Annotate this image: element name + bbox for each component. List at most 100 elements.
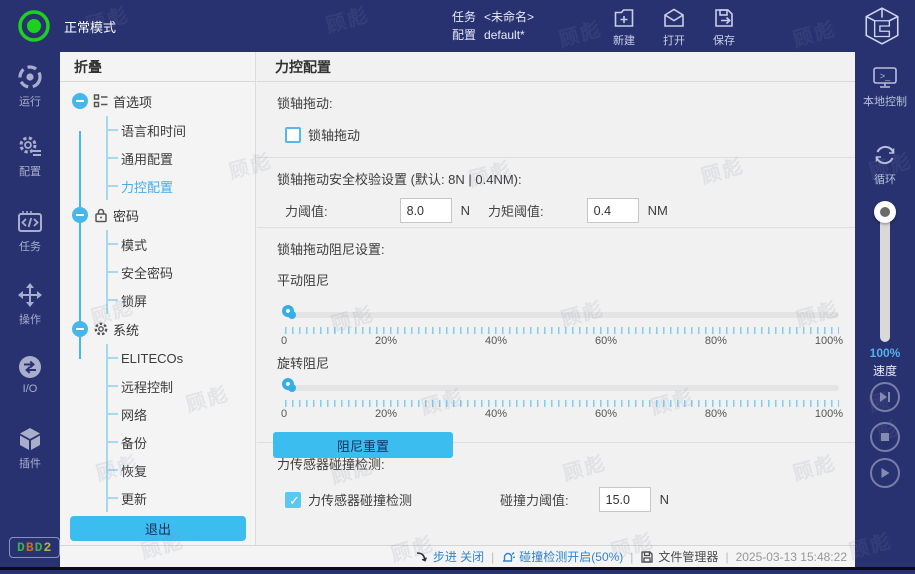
step-arrow-icon [415, 550, 429, 564]
tree-item-label: ELITECOs [121, 351, 183, 366]
collision-threshold-input[interactable] [599, 487, 651, 512]
tree-item-lock-screen[interactable]: 锁屏 [108, 286, 255, 314]
speed-slider[interactable] [880, 212, 890, 342]
loop-label: 循环 [874, 171, 896, 187]
scale-label: 40% [485, 335, 507, 347]
collapse-minus-icon[interactable] [72, 93, 88, 109]
scale-label: 20% [375, 408, 397, 420]
status-bar: 步进 关闭 | 碰撞检测开启(50%) | 文件管理器 | 2025-03-13… [60, 545, 855, 567]
page-title: 力控配置 [257, 52, 855, 82]
sidebar-item-label: 配置 [19, 163, 41, 179]
collision-detect-checkbox[interactable] [285, 492, 301, 508]
tree-item-elitecos[interactable]: ELITECOs [108, 344, 255, 372]
force-unit: N [461, 203, 470, 218]
stop-button[interactable] [870, 422, 900, 452]
step-play-button[interactable] [870, 382, 900, 412]
speed-slider-knob[interactable] [874, 201, 896, 223]
tree-group-label: 密码 [113, 206, 139, 225]
sidebar-item-io[interactable]: I/O [0, 354, 60, 395]
translation-damping-slider[interactable] [285, 305, 839, 325]
force-threshold-input[interactable] [400, 198, 452, 223]
tree-item-label: 更新 [121, 489, 147, 508]
tree-item-label: 模式 [121, 235, 147, 254]
new-file-icon [612, 6, 636, 30]
collision-unit: N [660, 492, 669, 507]
tree-item-update[interactable]: 更新 [108, 484, 255, 512]
slider-ticks [285, 327, 839, 334]
status-badge-dbd2[interactable]: DBD2 [9, 537, 60, 558]
sidebar-item-plugin[interactable]: 插件 [0, 426, 60, 471]
slider-track[interactable] [285, 385, 839, 391]
sidebar-item-run[interactable]: 运行 [0, 64, 60, 109]
separator: | [491, 550, 494, 564]
task-label: 任务 [452, 10, 476, 24]
local-control-button[interactable]: >_ 本地控制 [855, 64, 915, 109]
rotation-damping-slider[interactable] [285, 378, 839, 398]
nav-panel-title[interactable]: 折叠 [60, 52, 255, 82]
top-bar: 正常模式 任务<未命名> 配置default* 新建 打开 保存 [0, 0, 915, 52]
slider-track[interactable] [285, 312, 839, 318]
tree-item-label: 通用配置 [121, 149, 173, 168]
mode-status-icon[interactable] [16, 8, 52, 44]
collapse-minus-icon[interactable] [72, 321, 88, 337]
sidebar-item-operate[interactable]: 操作 [0, 282, 60, 327]
force-config-panel: 力控配置 锁轴拖动: 锁轴拖动 锁轴拖动安全校验设置 (默认: 8N | 0.4… [257, 52, 855, 545]
new-button-label: 新建 [613, 32, 635, 48]
brand-logo-icon[interactable] [861, 5, 903, 47]
tree-item-backup[interactable]: 备份 [108, 428, 255, 456]
collapse-minus-icon[interactable] [72, 207, 88, 223]
sidebar-item-task[interactable]: 任务 [0, 209, 60, 254]
settings-nav-panel: 折叠 首选项 语言和时间 通用配置 力控配置 密码 模式 安全密码 锁屏 [60, 52, 256, 545]
lock-icon [93, 207, 109, 223]
separator: | [725, 550, 728, 564]
tree-item-restore[interactable]: 恢复 [108, 456, 255, 484]
open-button-label: 打开 [663, 32, 685, 48]
system-gear-icon [93, 321, 109, 337]
save-button[interactable]: 保存 [712, 6, 736, 48]
scale-label: 20% [375, 335, 397, 347]
scale-label: 60% [595, 335, 617, 347]
open-button[interactable]: 打开 [662, 6, 686, 48]
lock-axis-checkbox[interactable] [285, 127, 301, 143]
damping-heading: 锁轴拖动阻尼设置: [277, 239, 841, 258]
tree-item-network[interactable]: 网络 [108, 400, 255, 428]
play-button[interactable] [870, 458, 900, 488]
tree-item-mode[interactable]: 模式 [108, 230, 255, 258]
tree-item-language-time[interactable]: 语言和时间 [108, 116, 255, 144]
torque-threshold-input[interactable] [587, 198, 639, 223]
loop-button[interactable]: 循环 [855, 142, 915, 187]
exit-button[interactable]: 退出 [70, 516, 246, 541]
slider-knob[interactable] [282, 305, 294, 317]
tree-item-remote-control[interactable]: 远程控制 [108, 372, 255, 400]
task-info: 任务<未命名> 配置default* [452, 8, 542, 44]
file-manager-icon [640, 550, 654, 564]
collision-threshold-label: 碰撞力阈值: [500, 490, 569, 509]
tree-group-password[interactable]: 密码 [60, 200, 255, 230]
badge-char: 2 [43, 540, 52, 555]
tree-item-label: 锁屏 [121, 291, 147, 310]
sidebar-item-config[interactable]: 配置 [0, 134, 60, 179]
collision-status[interactable]: 碰撞检测开启(50%) [501, 548, 623, 565]
sidebar-item-label: 运行 [19, 93, 41, 109]
tree-item-label: 语言和时间 [121, 121, 186, 140]
new-button[interactable]: 新建 [612, 6, 636, 48]
tree-group-system[interactable]: 系统 [60, 314, 255, 344]
collision-section: 力传感器碰撞检测: 力传感器碰撞检测 碰撞力阈值: N [257, 443, 855, 545]
tree-item-force-config[interactable]: 力控配置 [108, 172, 255, 200]
tree-group-preferences[interactable]: 首选项 [60, 86, 255, 116]
step-mode-status[interactable]: 步进 关闭 [415, 548, 484, 565]
slider-knob[interactable] [282, 378, 294, 390]
svg-text:>_: >_ [880, 71, 891, 81]
tree-item-general-config[interactable]: 通用配置 [108, 144, 255, 172]
right-sidebar: >_ 本地控制 循环 100% 速度 [855, 52, 915, 574]
clock: 2025-03-13 15:48:22 [736, 550, 847, 564]
file-manager-button[interactable]: 文件管理器 [640, 548, 718, 565]
force-threshold-label: 力阈值: [285, 201, 328, 220]
lock-axis-heading: 锁轴拖动: [277, 93, 841, 112]
tree-item-label: 恢复 [121, 461, 147, 480]
tree-item-label: 力控配置 [121, 177, 173, 196]
tree-item-safety-password[interactable]: 安全密码 [108, 258, 255, 286]
scale-label: 80% [705, 335, 727, 347]
scale-label: 40% [485, 408, 507, 420]
save-button-label: 保存 [713, 32, 735, 48]
